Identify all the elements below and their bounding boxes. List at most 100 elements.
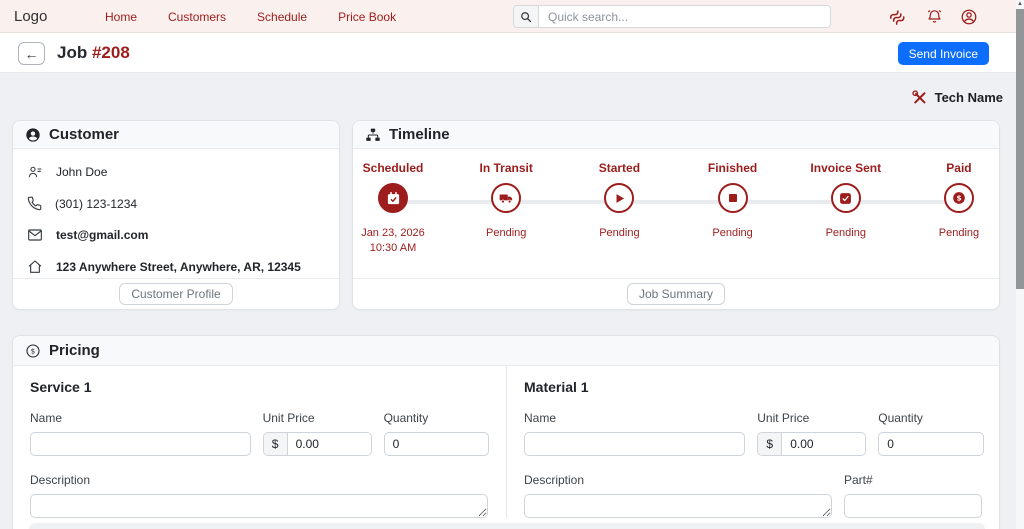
truck-icon[interactable] [491,183,521,213]
step-status: Pending [599,226,639,241]
step-status: Pending [826,226,866,241]
nav-item-customers[interactable]: Customers [168,10,226,24]
search-icon [514,6,539,27]
customer-card-title: Customer [49,126,119,143]
material-heading: Material 1 [524,379,984,395]
envelope-icon [27,227,43,243]
nav-item-home[interactable]: Home [105,10,137,24]
service-heading: Service 1 [30,379,489,395]
logo[interactable]: Logo [14,8,47,25]
nav-item-price-book[interactable]: Price Book [338,10,396,24]
account-icon[interactable] [960,8,978,26]
service-description-label: Description [30,473,488,487]
service-unit-price-input[interactable] [288,433,371,455]
calendar-check-icon[interactable] [378,183,408,213]
service-quantity-input[interactable] [384,432,489,456]
timeline-card-title: Timeline [389,126,450,143]
timeline-step-scheduled: Scheduled Jan 23, 202610:30 AM [353,149,433,256]
timeline-step-in-transit: In Transit Pending [466,149,546,256]
scroll-up-arrow[interactable]: ▲ [1016,0,1024,9]
svg-text:$: $ [956,194,961,203]
material-name-input[interactable] [524,432,745,456]
vertical-scrollbar[interactable]: ▲ [1016,0,1024,529]
job-number: #208 [92,43,130,62]
customer-address-row: 123 Anywhere Street, Anywhere, AR, 12345 [27,259,325,275]
pricing-card: $ Pricing Service 1 Name Unit Price $ [12,335,1000,529]
pricing-card-title: Pricing [49,342,100,359]
customer-email-row: test@gmail.com [27,227,325,243]
service-quantity-label: Quantity [384,411,489,425]
svg-text:$: $ [31,346,36,355]
check-square-icon[interactable] [831,183,861,213]
currency-prefix: $ [264,433,288,455]
person-lines-icon [27,164,43,180]
material-description-label: Description [524,473,832,487]
customer-card-footer: Customer Profile [13,278,339,309]
dollar-coin-icon[interactable]: $ [944,183,974,213]
tech-row: Tech Name [911,89,1003,106]
play-icon[interactable] [604,183,634,213]
step-status: Jan 23, 202610:30 AM [361,226,425,256]
nav-links: Home Customers Schedule Price Book [105,0,396,33]
stop-icon[interactable] [718,183,748,213]
tech-name: Tech Name [935,90,1003,105]
nav-item-schedule[interactable]: Schedule [257,10,307,24]
material-name-label: Name [524,411,745,425]
step-status: Pending [712,226,752,241]
timeline-steps: Scheduled Jan 23, 202610:30 AM In Transi… [353,149,999,280]
customer-address: 123 Anywhere Street, Anywhere, AR, 12345 [56,260,301,274]
material-unit-price-label: Unit Price [757,411,866,425]
app-window: Logo Home Customers Schedule Price Book [0,0,1024,529]
back-button[interactable]: ← [18,42,45,65]
step-label: Finished [708,161,757,175]
service-name-input[interactable] [30,432,251,456]
material-part-input[interactable] [844,494,982,518]
timeline-card-footer: Job Summary [353,278,999,309]
phone-icon [27,196,42,211]
customer-card: Customer John Doe (30 [12,120,340,310]
page-title: Job #208 [57,43,130,63]
bell-icon[interactable] [926,8,943,25]
send-invoice-button[interactable]: Send Invoice [898,42,989,65]
step-status: Pending [939,226,979,241]
material-quantity-input[interactable] [878,432,984,456]
step-label: In Transit [480,161,533,175]
step-label: Started [599,161,640,175]
scrollbar-thumb[interactable] [1016,9,1024,289]
customer-icon [25,127,41,143]
step-status: Pending [486,226,526,241]
material-unit-price-input[interactable] [782,433,865,455]
house-icon [27,259,43,275]
job-title-prefix: Job [57,43,92,62]
timeline-card-header: Timeline [353,121,999,149]
service-column: Service 1 Name Unit Price $ Quan [13,366,507,518]
service-description-textarea[interactable] [30,494,488,518]
customer-phone: (301) 123-1234 [55,197,137,211]
customer-phone-row: (301) 123-1234 [27,196,325,211]
tools-icon [911,89,928,106]
pricing-card-header: $ Pricing [13,336,999,366]
search-input[interactable] [539,6,830,27]
material-part-label: Part# [844,473,982,487]
job-summary-button[interactable]: Job Summary [627,283,725,305]
customer-email: test@gmail.com [56,228,148,242]
customer-profile-button[interactable]: Customer Profile [119,283,232,305]
material-description-textarea[interactable] [524,494,832,518]
timeline-step-started: Started Pending [579,149,659,256]
customer-name-row: John Doe [27,164,325,180]
service-name-label: Name [30,411,251,425]
job-header-row: ← Job #208 Send Invoice [0,33,1016,73]
step-label: Invoice Sent [810,161,881,175]
dollar-circle-icon: $ [25,343,41,359]
nav-actions [889,0,978,33]
material-quantity-label: Quantity [878,411,984,425]
timeline-step-finished: Finished Pending [693,149,773,256]
quick-search [513,5,831,28]
material-column: Material 1 Name Unit Price $ Qua [507,366,1000,518]
timeline-card: Timeline Scheduled Jan 23, 202610:30 A [352,120,1000,310]
timeline-step-paid: Paid $ Pending [919,149,999,256]
currency-prefix: $ [758,433,782,455]
waves-icon[interactable] [889,7,909,27]
customer-card-header: Customer [13,121,339,149]
next-section-divider [29,523,985,529]
